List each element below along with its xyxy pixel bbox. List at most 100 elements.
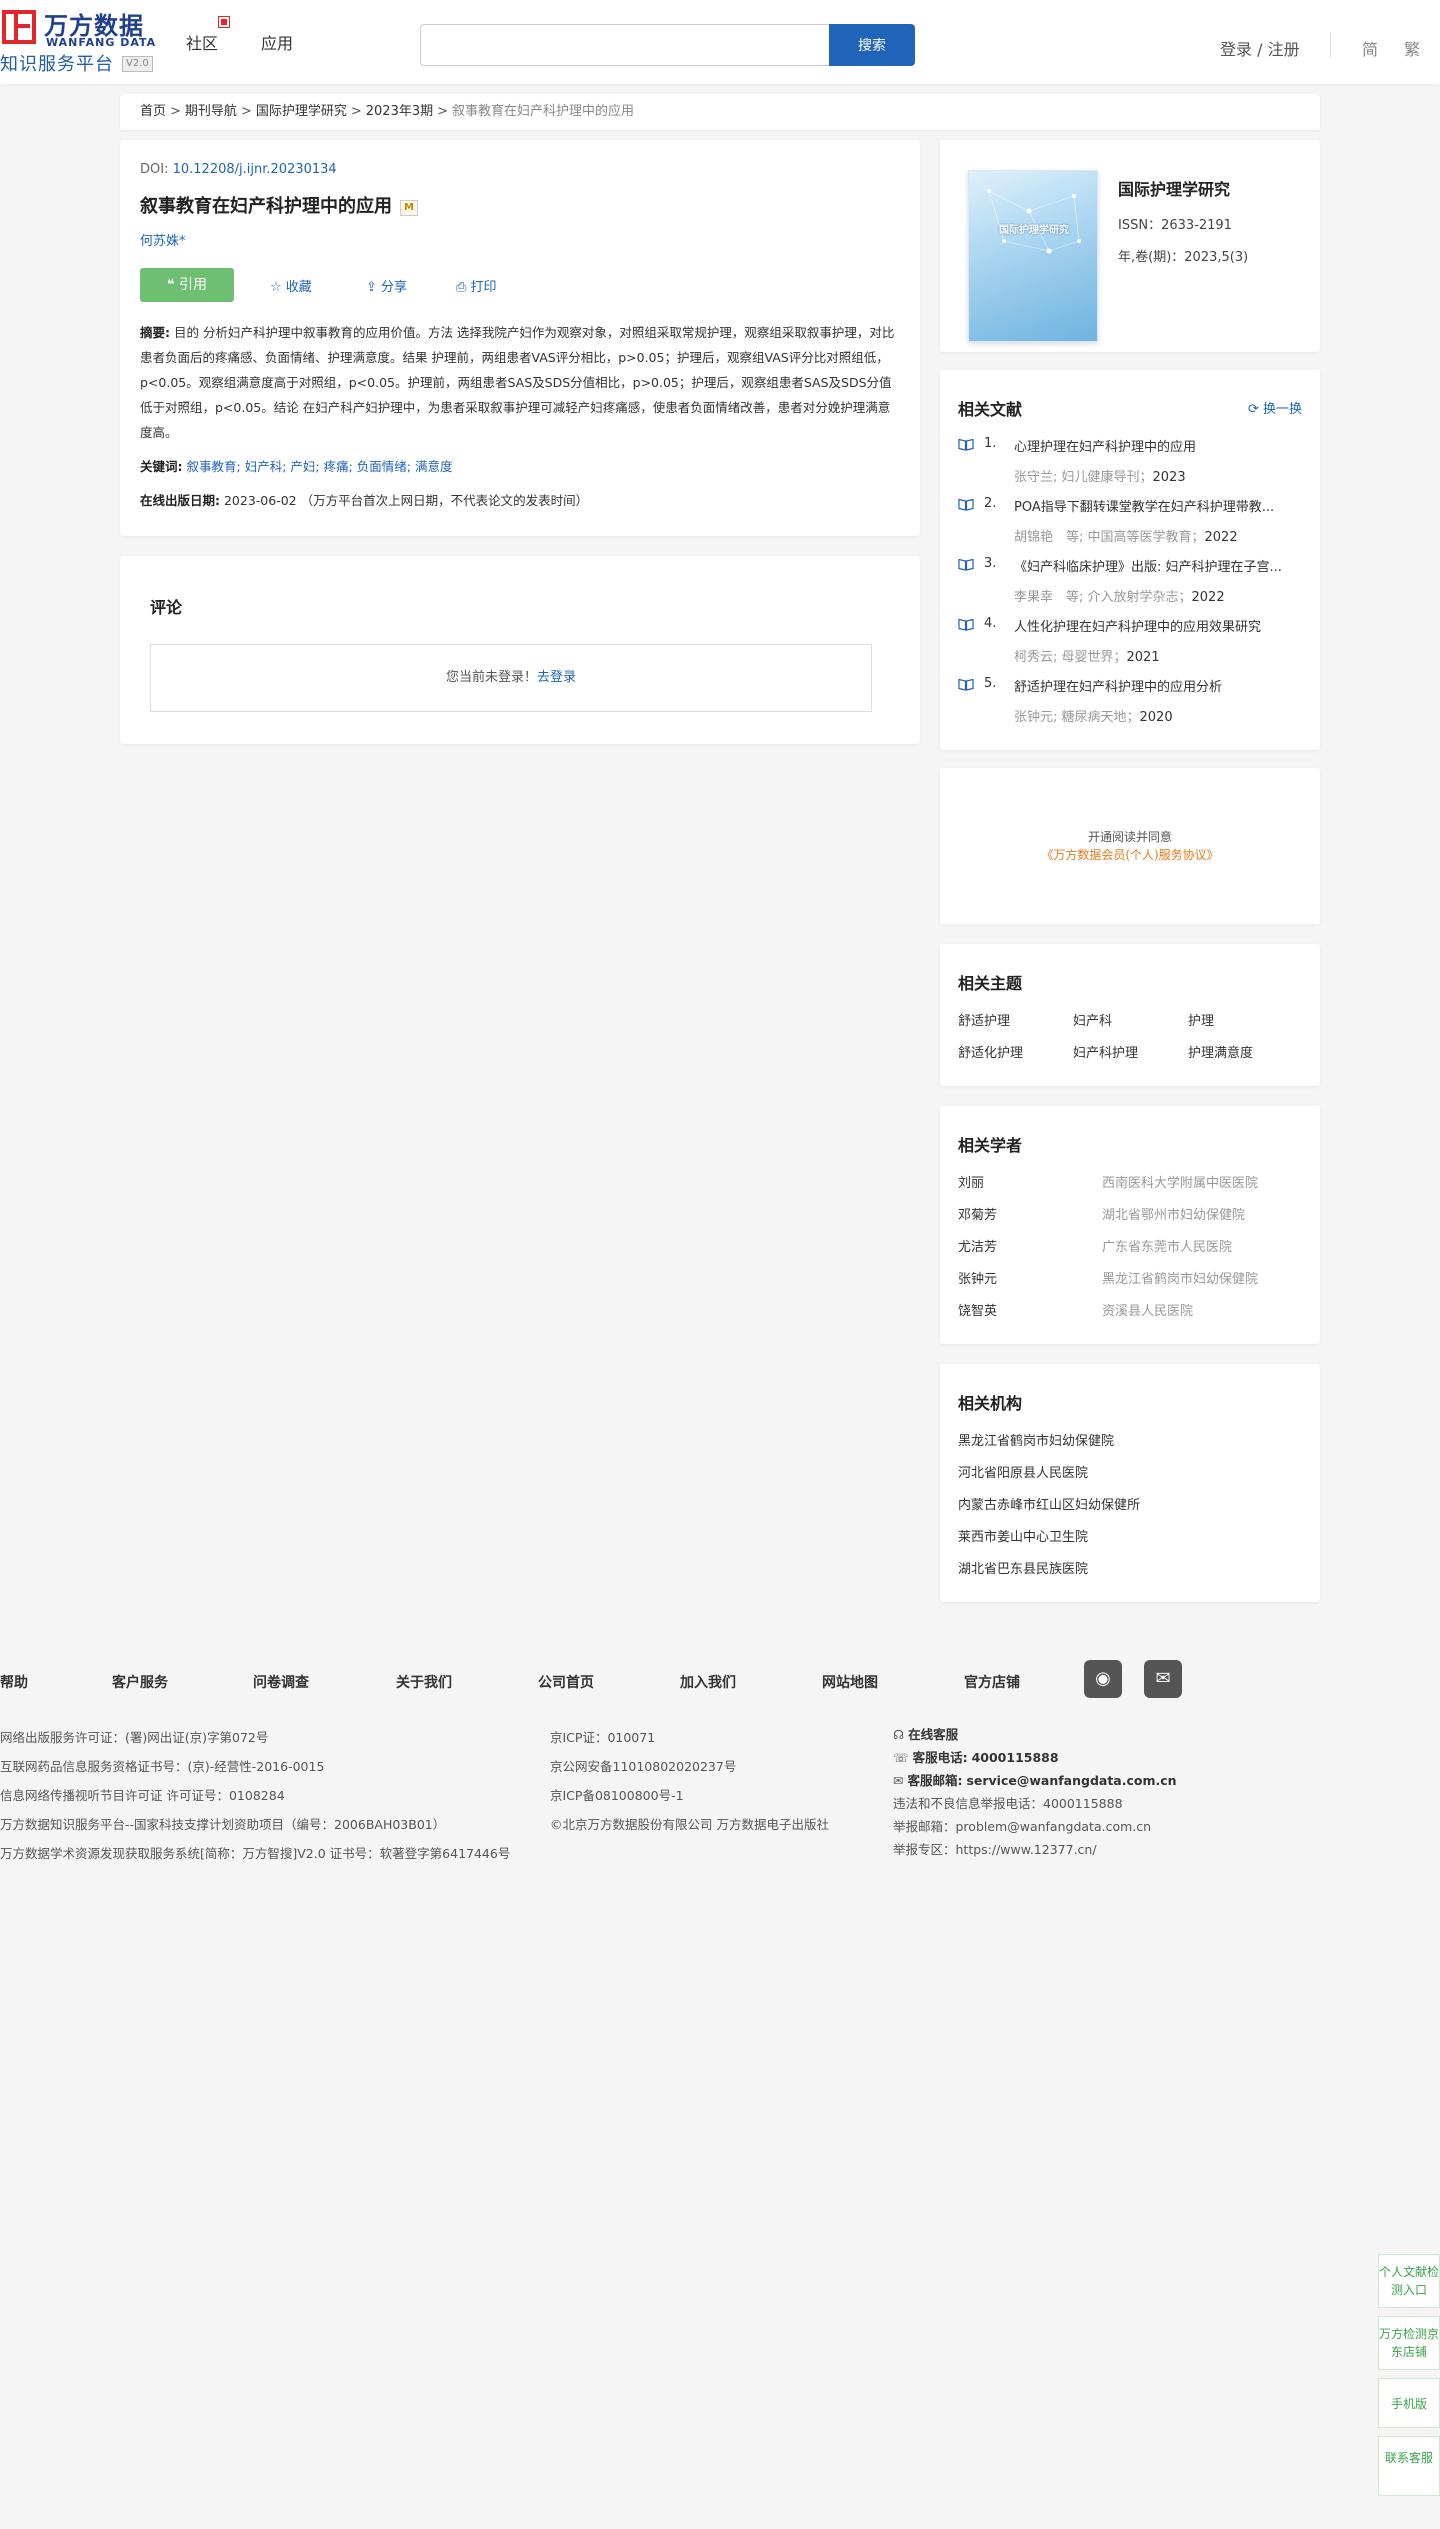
- related-item-title[interactable]: POA指导下翻转课堂教学在妇产科护理带教...: [1014, 496, 1304, 515]
- comments-card: 评论 您当前未登录！去登录: [120, 556, 920, 744]
- lang-traditional[interactable]: 繁: [1404, 36, 1420, 60]
- float-personal-check[interactable]: 个人文献检测入口: [1378, 2254, 1440, 2308]
- topics-title: 相关主题: [958, 974, 1023, 993]
- institution-link[interactable]: 内蒙古赤峰市红山区妇幼保健所: [958, 1494, 1140, 1513]
- agreement-card: 开通阅读并同意 《万方数据会员(个人)服务协议》: [940, 768, 1320, 924]
- book-icon: [958, 678, 974, 691]
- keyword-link[interactable]: 疼痛;: [324, 459, 353, 474]
- related-item-meta: 李果幸 等; 介入放射学杂志；2022: [1014, 590, 1225, 605]
- footer-link-join[interactable]: 加入我们: [680, 1672, 736, 1692]
- keyword-link[interactable]: 妇产科;: [245, 459, 287, 474]
- float-contact[interactable]: 联系客服: [1378, 2436, 1440, 2496]
- topic-link[interactable]: 妇产科: [1073, 1010, 1112, 1029]
- author-link[interactable]: 何苏姝*: [140, 230, 186, 249]
- online-service-link[interactable]: ☊ 在线客服: [893, 1723, 1177, 1746]
- nav-community[interactable]: 社区: [186, 30, 218, 54]
- footer-link-survey[interactable]: 问卷调查: [253, 1672, 309, 1692]
- cite-button[interactable]: ❝ 引用: [140, 268, 234, 302]
- favorite-button[interactable]: ☆ 收藏: [270, 276, 312, 295]
- journal-cover[interactable]: 国际护理学研究: [968, 170, 1098, 342]
- share-button[interactable]: ⇪ 分享: [366, 276, 407, 295]
- topics-card: 相关主题 舒适护理 妇产科 护理 舒适化护理 妇产科护理 护理满意度: [940, 944, 1320, 1086]
- refresh-icon: ⟳: [1247, 402, 1263, 417]
- related-item-title[interactable]: 人性化护理在妇产科护理中的应用效果研究: [1014, 616, 1304, 635]
- institution-link[interactable]: 河北省阳原县人民医院: [958, 1462, 1088, 1481]
- scholars-title: 相关学者: [958, 1136, 1023, 1155]
- breadcrumb-home[interactable]: 首页: [140, 104, 166, 119]
- institutions-title: 相关机构: [958, 1394, 1023, 1413]
- wechat-icon[interactable]: ✉: [1144, 1660, 1182, 1698]
- related-item-meta: 柯秀云; 母婴世界；2021: [1014, 650, 1160, 665]
- topic-link[interactable]: 舒适护理: [958, 1010, 1010, 1029]
- topic-link[interactable]: 护理满意度: [1188, 1042, 1253, 1061]
- scholar-org: 黑龙江省鹤岗市妇幼保健院: [1102, 1272, 1259, 1287]
- journal-issn: ISSN：2633-2191: [1118, 218, 1232, 233]
- agreement-link[interactable]: 《万方数据会员(个人)服务协议》: [1041, 848, 1218, 862]
- phone-icon: ☏: [893, 1750, 913, 1765]
- breadcrumb-current: 叙事教育在妇产科护理中的应用: [452, 104, 635, 119]
- version-badge: V2.0: [122, 56, 153, 72]
- abstract: 摘要: 目的 分析妇产科护理中叙事教育的应用价值。方法 选择我院产妇作为观察对象…: [140, 325, 895, 440]
- journal-year-issue: 年,卷(期)：2023,5(3): [1118, 250, 1249, 265]
- print-button[interactable]: ⎙ 打印: [456, 276, 497, 295]
- footer-licenses: 网络出版服务许可证：(署)网出证(京)字第072号 互联网药品信息服务资格证书号…: [0, 1730, 511, 1861]
- go-login-link[interactable]: 去登录: [537, 670, 576, 685]
- weibo-icon[interactable]: ◉: [1084, 1660, 1122, 1698]
- format-badge-icon: M: [400, 200, 418, 216]
- footer: 帮助 客户服务 问卷调查 关于我们 公司首页 加入我们 网站地图 官方店铺 ◉ …: [0, 1620, 1440, 2529]
- breadcrumb-journal[interactable]: 国际护理学研究: [256, 104, 347, 119]
- keyword-link[interactable]: 负面情绪;: [357, 459, 411, 474]
- related-item-title[interactable]: 舒适护理在妇产科护理中的应用分析: [1014, 676, 1304, 695]
- footer-link-sitemap[interactable]: 网站地图: [822, 1672, 878, 1692]
- float-mobile[interactable]: 手机版: [1378, 2378, 1440, 2428]
- publish-date: 在线出版日期: 2023-06-02 （万方平台首次上网日期，不代表论文的发表时…: [140, 493, 589, 508]
- header-divider: [1330, 32, 1331, 58]
- footer-link-store[interactable]: 官方店铺: [964, 1672, 1020, 1692]
- footer-link-home[interactable]: 公司首页: [538, 1672, 594, 1692]
- related-item-title[interactable]: 《妇产科临床护理》出版: 妇产科护理在子宫...: [1014, 556, 1304, 575]
- institution-link[interactable]: 湖北省巴东县民族医院: [958, 1558, 1088, 1577]
- related-item-meta: 张钟元; 糖尿病天地；2020: [1014, 710, 1173, 725]
- keyword-link[interactable]: 产妇;: [290, 459, 319, 474]
- topic-link[interactable]: 护理: [1188, 1010, 1214, 1029]
- logo-subtitle: 知识服务平台: [0, 54, 114, 75]
- keywords: 关键词: 叙事教育; 妇产科; 产妇; 疼痛; 负面情绪; 满意度: [140, 459, 453, 474]
- related-item-meta: 张守兰; 妇儿健康导刊；2023: [1014, 470, 1186, 485]
- scholar-name[interactable]: 张钟元: [958, 1268, 997, 1287]
- search-button[interactable]: 搜索: [829, 24, 915, 66]
- scholar-name[interactable]: 尤洁芳: [958, 1236, 997, 1255]
- footer-link-help[interactable]: 帮助: [0, 1672, 28, 1692]
- nav-apps[interactable]: 应用: [261, 30, 293, 54]
- star-icon: ☆: [270, 280, 286, 295]
- breadcrumb-issue[interactable]: 2023年3期: [366, 104, 433, 119]
- institution-link[interactable]: 黑龙江省鹤岗市妇幼保健院: [958, 1430, 1114, 1449]
- topic-link[interactable]: 妇产科护理: [1073, 1042, 1138, 1061]
- cover-title: 国际护理学研究: [999, 225, 1069, 236]
- journal-name[interactable]: 国际护理学研究: [1118, 176, 1230, 200]
- share-icon: ⇪: [366, 280, 382, 295]
- keyword-link[interactable]: 叙事教育;: [186, 459, 240, 474]
- doi: DOI: 10.12208/j.ijnr.20230134: [140, 162, 337, 177]
- new-badge-icon: [218, 16, 230, 28]
- scholar-name[interactable]: 刘丽: [958, 1172, 984, 1191]
- scholar-name[interactable]: 邓菊芳: [958, 1204, 997, 1223]
- wanfang-logo-icon: [2, 10, 36, 44]
- doi-link[interactable]: 10.12208/j.ijnr.20230134: [173, 162, 337, 177]
- breadcrumb-journals[interactable]: 期刊导航: [185, 104, 237, 119]
- topic-link[interactable]: 舒适化护理: [958, 1042, 1023, 1061]
- related-item-title[interactable]: 心理护理在妇产科护理中的应用: [1014, 436, 1304, 455]
- footer-link-about[interactable]: 关于我们: [396, 1672, 452, 1692]
- scholar-name[interactable]: 饶智英: [958, 1300, 997, 1319]
- agreement-text: 开通阅读并同意 《万方数据会员(个人)服务协议》: [1041, 830, 1219, 862]
- footer-link-service[interactable]: 客户服务: [112, 1672, 168, 1692]
- institution-link[interactable]: 莱西市姜山中心卫生院: [958, 1526, 1088, 1545]
- login-register-link[interactable]: 登录 / 注册: [1220, 36, 1300, 60]
- breadcrumb: 首页 > 期刊导航 > 国际护理学研究 >2023年3期 > 叙事教育在妇产科护理中的应用: [120, 94, 1320, 130]
- scholar-org: 湖北省鄂州市妇幼保健院: [1102, 1208, 1246, 1223]
- search-input[interactable]: [420, 24, 830, 66]
- float-jd-store[interactable]: 万方检测京东店铺: [1378, 2316, 1440, 2370]
- keyword-link[interactable]: 满意度: [415, 459, 453, 474]
- logo[interactable]: 万方数据 WANFANG DATA 知识服务平台 V2.0: [0, 6, 160, 75]
- refresh-button[interactable]: ⟳ 换一换: [1248, 398, 1302, 417]
- lang-simplified[interactable]: 简: [1362, 36, 1378, 60]
